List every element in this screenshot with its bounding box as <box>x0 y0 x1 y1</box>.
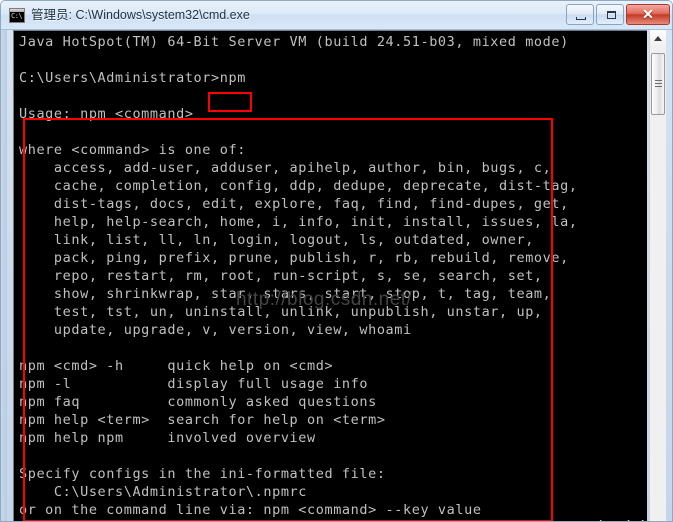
icon-prompt-text: C:\ <box>11 12 23 20</box>
terminal-line: C:\Users\Administrator\.npmrc <box>19 484 308 500</box>
terminal-output: Java HotSpot(TM) 64-Bit Server VM (build… <box>19 33 578 521</box>
terminal-line: repo, restart, rm, root, run-script, s, … <box>19 268 543 284</box>
console-client-area: Java HotSpot(TM) 64-Bit Server VM (build… <box>7 30 668 521</box>
terminal-line: test, tst, un, uninstall, unlink, unpubl… <box>19 304 543 320</box>
terminal-line: Java HotSpot(TM) 64-Bit Server VM (build… <box>19 34 569 50</box>
terminal-line: npm -l display full usage info <box>19 376 369 392</box>
scrollbar-thumb[interactable] <box>651 53 665 115</box>
terminal-line: cache, completion, config, ddp, dedupe, … <box>19 178 578 194</box>
title-bar[interactable]: C:\ 管理员: C:\Windows\system32\cmd.exe ✕ <box>1 1 672 30</box>
terminal-line: Specify configs in the ini-formatted fil… <box>19 466 386 482</box>
vertical-scrollbar[interactable] <box>649 30 666 521</box>
console-screen[interactable]: Java HotSpot(TM) 64-Bit Server VM (build… <box>13 30 647 521</box>
close-icon: ✕ <box>642 6 654 22</box>
maximize-button[interactable] <box>596 4 624 25</box>
terminal-line: where <command> is one of: <box>19 142 246 158</box>
cmd-window: C:\ 管理员: C:\Windows\system32\cmd.exe ✕ J… <box>0 0 673 522</box>
cmd-console-icon: C:\ <box>9 8 25 23</box>
terminal-line: pack, ping, prefix, prune, publish, r, r… <box>19 250 569 266</box>
terminal-line: link, list, ll, ln, login, logout, ls, o… <box>19 232 534 248</box>
scrollbar-grip-icon <box>655 80 662 88</box>
terminal-line: npm help npm involved overview <box>19 430 316 446</box>
scroll-up-arrow-icon[interactable] <box>650 30 666 47</box>
terminal-line: C:\Users\Administrator>npm <box>19 70 246 86</box>
window-title: 管理员: C:\Windows\system32\cmd.exe <box>31 8 250 22</box>
terminal-line: or on the command line via: npm <command… <box>19 502 482 518</box>
terminal-line: help, help-search, home, i, info, init, … <box>19 214 578 230</box>
minimize-button[interactable] <box>566 4 594 25</box>
terminal-line: access, add-user, adduser, apihelp, auth… <box>19 160 552 176</box>
terminal-line: update, upgrade, v, version, view, whoam… <box>19 322 412 338</box>
terminal-line: dist-tags, docs, edit, explore, faq, fin… <box>19 196 569 212</box>
terminal-line: npm faq commonly asked questions <box>19 394 377 410</box>
terminal-line: Usage: npm <command> <box>19 106 194 122</box>
terminal-line: npm <cmd> -h quick help on <cmd> <box>19 358 334 374</box>
terminal-line: show, shrinkwrap, star, stars, start, st… <box>19 286 552 302</box>
minimize-icon <box>576 17 586 20</box>
maximize-icon <box>607 11 616 19</box>
terminal-line: npm help <term> search for help on <term… <box>19 412 386 428</box>
window-controls: ✕ <box>566 4 670 25</box>
close-button[interactable]: ✕ <box>626 4 670 25</box>
